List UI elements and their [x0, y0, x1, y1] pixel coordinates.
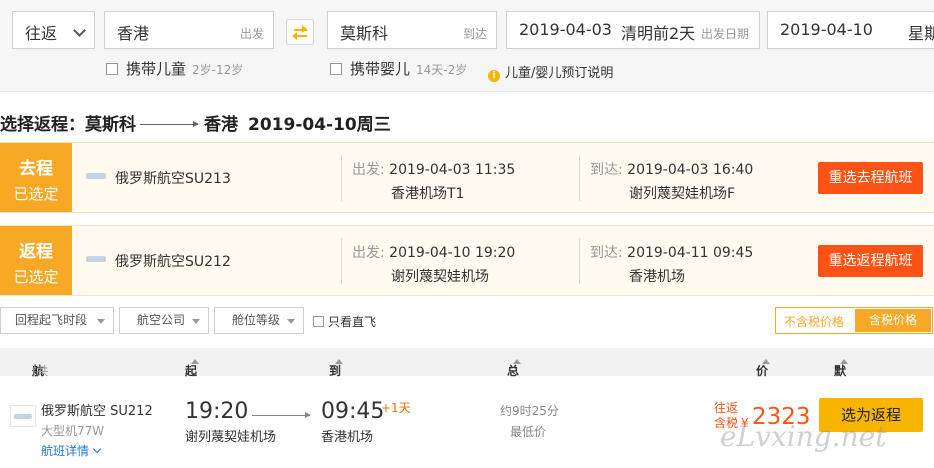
leg-arrive: 到达: 2019-04-11 09:45 香港机场 [590, 245, 754, 285]
leg-tag: 去程 已选定 [0, 143, 72, 212]
leg-tag-title: 返程 [19, 242, 53, 262]
depart-date-input[interactable]: 2019-04-03 清明前2天 出发日期 [506, 11, 760, 49]
return-leg: 返程 已选定 俄罗斯航空SU212 出发: 2019-04-10 19:20 谢… [0, 225, 934, 296]
leg-depart-airport: 香港机场T1 [391, 186, 465, 202]
caret-down-icon [192, 319, 200, 324]
infant-age: 14天-2岁 [416, 63, 468, 77]
chevron-down-icon [73, 24, 86, 37]
flight-details-link[interactable]: 航班详情 [41, 442, 102, 459]
search-bar: 往返 香港 出发 莫斯科 到达 2019-04-03 清明前2天 出发日期 20… [0, 0, 934, 92]
sort-duration[interactable]: 总耗时 [507, 355, 521, 412]
title-date: 2019-04-10周三 [248, 115, 391, 135]
row-arr-airport: 香港机场 [321, 430, 374, 445]
arrow-right-icon [252, 412, 311, 418]
child-label: 携带儿童 [126, 60, 187, 78]
arrow-right-icon [140, 121, 199, 127]
checkbox-icon[interactable] [313, 316, 324, 327]
leg-tag-title: 去程 [19, 159, 53, 179]
airline-logo-icon [86, 256, 106, 262]
leg-airline: 俄罗斯航空SU212 [115, 254, 231, 270]
leg-airline: 俄罗斯航空SU213 [115, 171, 231, 187]
booking-note-text: 儿童/婴儿预订说明 [505, 66, 614, 81]
divider [341, 155, 342, 201]
watermark: eLvxing.net [720, 420, 887, 453]
row-airline: 俄罗斯航空 SU212 [41, 404, 153, 419]
reselect-return-button[interactable]: 重选返程航班 [818, 245, 923, 277]
leg-arrive-airport: 谢列蔑契娃机场F [629, 186, 736, 202]
reselect-outbound-button[interactable]: 重选去程航班 [818, 162, 923, 194]
sort-arr-time[interactable]: 到达时间 [329, 355, 343, 429]
infant-checkbox[interactable]: 携带婴儿 14天-2岁 [330, 58, 467, 79]
checkbox-icon[interactable] [106, 63, 118, 75]
caret-down-icon [97, 319, 105, 324]
title-prefix: 选择返程： [0, 115, 85, 135]
leg-tag-status: 已选定 [13, 185, 59, 203]
trip-type-value: 往返 [25, 24, 58, 43]
price-excl-tax-option[interactable]: 不含税价格 [784, 313, 844, 330]
row-dep-airport: 谢列蔑契娃机场 [185, 430, 277, 445]
sort-price[interactable]: 价格 [756, 355, 770, 395]
divider [341, 238, 342, 284]
leg-arrive: 到达: 2019-04-03 16:40 谢列蔑契娃机场F [590, 162, 754, 202]
filter-bar: 回程起飞时段 航空公司 舱位等级 只看直飞 不含税价格 含税价格 [0, 306, 934, 338]
results-header: 航班信息(共54条航班) 起飞时间 到达时间 总耗时 价格 默认排序 [0, 348, 934, 443]
leg-arrive-airport: 香港机场 [629, 269, 685, 285]
return-weekday: 星期 [908, 24, 934, 43]
row-aircraft: 大型机77W [41, 424, 105, 438]
depart-date-value: 2019-04-03 [519, 20, 612, 39]
return-date-value: 2019-04-10 [780, 20, 873, 39]
swap-cities-button[interactable] [286, 19, 314, 45]
from-tag: 出发 [239, 27, 264, 41]
leg-tag-status: 已选定 [13, 268, 59, 286]
row-arr-time: 09:45 [321, 399, 385, 424]
price-tax-toggle: 不含税价格 含税价格 [775, 307, 933, 334]
chevron-down-icon [92, 444, 102, 454]
title-from: 莫斯科 [85, 115, 136, 135]
to-tag: 到达 [462, 27, 487, 41]
child-age: 2岁-12岁 [192, 63, 244, 77]
from-city-value: 香港 [117, 24, 150, 43]
row-day-offset: +1天 [381, 401, 411, 415]
price-incl-tax-option[interactable]: 含税价格 [855, 309, 931, 332]
return-date-input[interactable]: 2019-04-10 星期 [767, 11, 934, 49]
holiday-hint: 清明前2天 [621, 24, 696, 43]
to-city-input[interactable]: 莫斯科 到达 [327, 11, 497, 49]
dep-time-filter[interactable]: 回程起飞时段 [0, 307, 114, 334]
direct-only-checkbox[interactable]: 只看直飞 [313, 313, 376, 330]
to-city-value: 莫斯科 [340, 24, 389, 43]
page-title: 选择返程：莫斯科 香港 2019-04-10周三 [0, 110, 391, 135]
checkbox-icon[interactable] [330, 63, 342, 75]
airline-logo-icon [86, 173, 106, 179]
infant-label: 携带婴儿 [350, 60, 411, 78]
info-icon: i [488, 70, 500, 82]
lowest-price-tag: 最低价 [510, 425, 547, 439]
leg-tag: 返程 已选定 [0, 226, 72, 295]
airline-filter[interactable]: 航空公司 [119, 307, 209, 334]
trip-type-select[interactable]: 往返 [12, 11, 95, 49]
row-dep-time: 19:20 [185, 399, 249, 424]
airline-logo-icon [10, 405, 36, 427]
depart-date-tag: 出发日期 [700, 27, 749, 41]
cabin-filter[interactable]: 舱位等级 [214, 307, 304, 334]
row-duration: 约9时25分 [500, 404, 559, 418]
outbound-leg: 去程 已选定 俄罗斯航空SU213 出发: 2019-04-03 11:35 香… [0, 142, 934, 213]
leg-depart: 出发: 2019-04-03 11:35 香港机场T1 [352, 162, 516, 202]
caret-down-icon [287, 319, 295, 324]
divider [579, 238, 580, 284]
sort-dep-time[interactable]: 起飞时间 [185, 355, 199, 429]
from-city-input[interactable]: 香港 出发 [104, 11, 274, 49]
title-to: 香港 [204, 115, 238, 135]
sort-default[interactable]: 默认排序 [834, 355, 848, 429]
leg-depart: 出发: 2019-04-10 19:20 谢列蔑契娃机场 [352, 245, 516, 285]
leg-depart-airport: 谢列蔑契娃机场 [391, 269, 489, 285]
booking-note-link[interactable]: i 儿童/婴儿预订说明 [488, 62, 613, 82]
child-checkbox[interactable]: 携带儿童 2岁-12岁 [106, 58, 243, 79]
divider [579, 155, 580, 201]
